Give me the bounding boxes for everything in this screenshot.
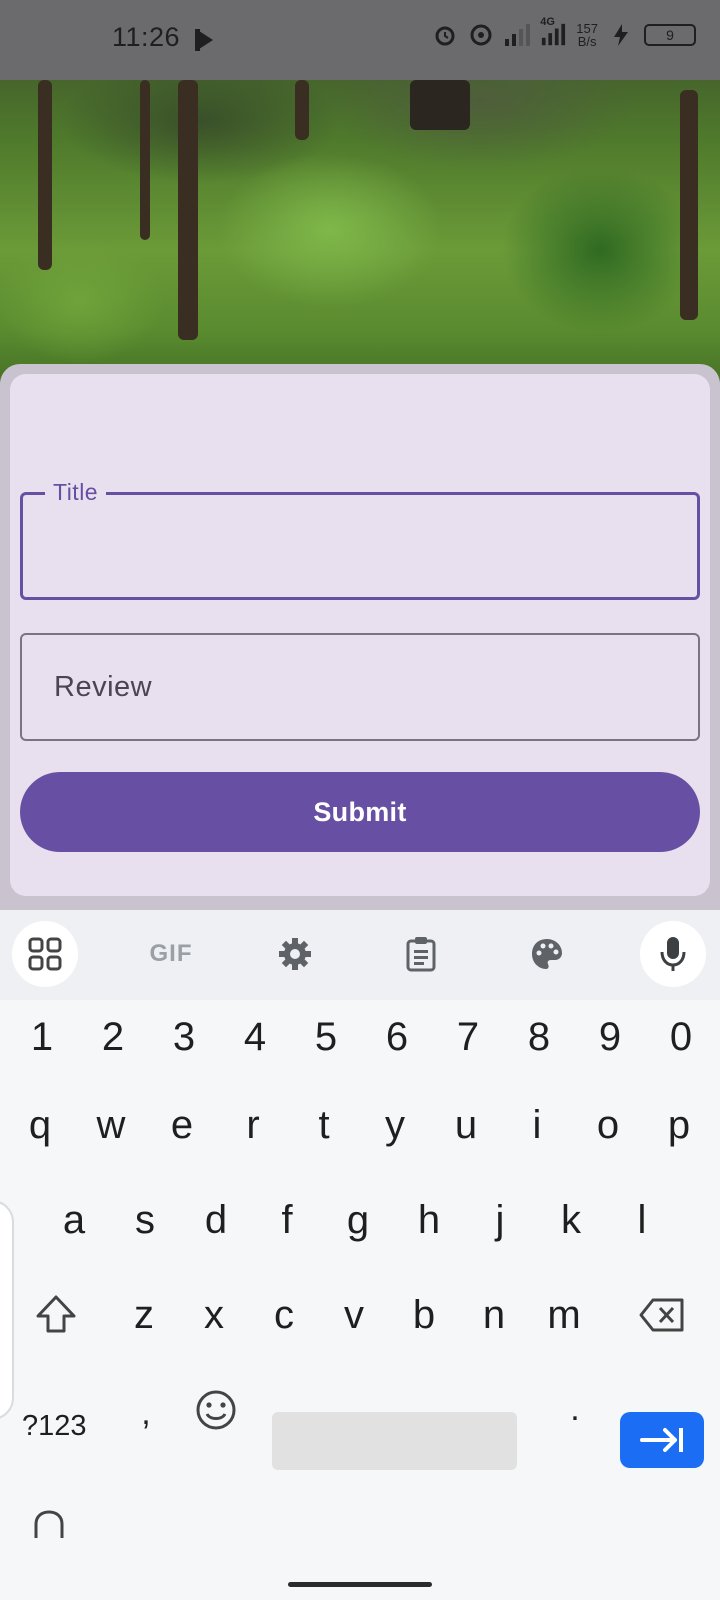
key-l[interactable]: l	[612, 1185, 672, 1255]
key-2[interactable]: 2	[83, 1002, 143, 1072]
key-d[interactable]: d	[186, 1185, 246, 1255]
key-k[interactable]: k	[541, 1185, 601, 1255]
review-form-card: Title Review Submit	[10, 374, 710, 896]
battery-level: 9	[666, 27, 674, 43]
status-icons: 4G 157 B/s 9	[432, 16, 696, 49]
key-9[interactable]: 9	[580, 1002, 640, 1072]
key-p[interactable]: p	[649, 1090, 709, 1160]
review-placeholder: Review	[54, 671, 153, 703]
key-t[interactable]: t	[294, 1090, 354, 1160]
comma-key[interactable]: ,	[116, 1378, 176, 1448]
key-a[interactable]: a	[44, 1185, 104, 1255]
status-time: 11:26	[112, 22, 181, 52]
battery-icon: 9	[644, 24, 696, 46]
settings-gear-icon[interactable]	[262, 921, 328, 987]
key-q[interactable]: q	[10, 1090, 70, 1160]
key-8[interactable]: 8	[509, 1002, 569, 1072]
next-enter-key[interactable]	[620, 1412, 704, 1468]
key-c[interactable]: c	[254, 1280, 314, 1350]
apps-grid-icon[interactable]	[12, 921, 78, 987]
side-handle	[0, 1200, 14, 1420]
key-o[interactable]: o	[578, 1090, 638, 1160]
notification-play-icon	[192, 27, 218, 53]
key-r[interactable]: r	[223, 1090, 283, 1160]
key-6[interactable]: 6	[367, 1002, 427, 1072]
gif-button[interactable]: GIF	[138, 921, 204, 987]
key-7[interactable]: 7	[438, 1002, 498, 1072]
key-i[interactable]: i	[507, 1090, 567, 1160]
key-u[interactable]: u	[436, 1090, 496, 1160]
keyboard-collapse-icon[interactable]	[32, 1510, 66, 1545]
submit-button[interactable]: Submit	[20, 772, 700, 852]
key-g[interactable]: g	[328, 1185, 388, 1255]
bottom-sheet: Title Review Submit	[0, 364, 720, 910]
key-s[interactable]: s	[115, 1185, 175, 1255]
emoji-key[interactable]	[186, 1375, 246, 1445]
key-4[interactable]: 4	[225, 1002, 285, 1072]
shift-key[interactable]	[26, 1280, 86, 1350]
microphone-icon[interactable]	[640, 921, 706, 987]
alarm-icon	[432, 22, 458, 48]
home-indicator[interactable]	[288, 1582, 432, 1587]
key-0[interactable]: 0	[651, 1002, 711, 1072]
title-input[interactable]: Title	[20, 479, 700, 600]
tab-arrow-icon	[640, 1428, 683, 1452]
review-input[interactable]: Review	[20, 633, 700, 741]
hotspot-icon	[468, 22, 494, 48]
key-y[interactable]: y	[365, 1090, 425, 1160]
key-w[interactable]: w	[81, 1090, 141, 1160]
key-h[interactable]: h	[399, 1185, 459, 1255]
status-bar: 11:26 4G 157 B/s 9	[0, 0, 720, 80]
mobile-data-icon: 4G	[540, 16, 566, 48]
key-v[interactable]: v	[324, 1280, 384, 1350]
key-j[interactable]: j	[470, 1185, 530, 1255]
key-b[interactable]: b	[394, 1280, 454, 1350]
gif-label: GIF	[149, 940, 193, 967]
clipboard-icon[interactable]	[388, 921, 454, 987]
charging-icon	[608, 22, 634, 48]
key-z[interactable]: z	[114, 1280, 174, 1350]
key-3[interactable]: 3	[154, 1002, 214, 1072]
key-x[interactable]: x	[184, 1280, 244, 1350]
space-key[interactable]	[272, 1412, 517, 1470]
keyboard-toolbar: GIF	[0, 910, 720, 1000]
key-1[interactable]: 1	[12, 1002, 72, 1072]
title-label: Title	[45, 479, 107, 506]
network-speed: 157 B/s	[576, 21, 598, 49]
network-type-label: 4G	[540, 16, 555, 28]
period-key[interactable]: .	[545, 1374, 605, 1444]
on-screen-keyboard: GIF 1234567890 qwertyuiop asdfghjkl zxcv…	[0, 910, 720, 1600]
backspace-key[interactable]	[632, 1280, 692, 1350]
key-n[interactable]: n	[464, 1280, 524, 1350]
key-m[interactable]: m	[534, 1280, 594, 1350]
signal-icon	[504, 22, 531, 48]
key-f[interactable]: f	[257, 1185, 317, 1255]
key-5[interactable]: 5	[296, 1002, 356, 1072]
symbols-key[interactable]: ?123	[22, 1410, 87, 1443]
theme-palette-icon[interactable]	[514, 921, 580, 987]
key-e[interactable]: e	[152, 1090, 212, 1160]
